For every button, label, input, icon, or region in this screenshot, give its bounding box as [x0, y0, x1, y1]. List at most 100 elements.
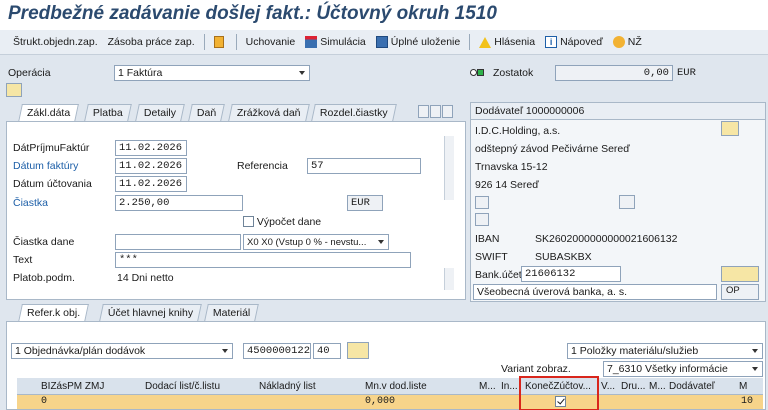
reference-content: 1 Objednávka/plán dodávok 4500000122 40 …	[6, 321, 766, 410]
col-header[interactable]: Dodávateľ	[669, 381, 729, 392]
text-label: Text	[13, 254, 33, 266]
document-icon	[612, 36, 625, 48]
vendor-city: 926 14 Sereď	[475, 179, 539, 191]
vendor-print-icon[interactable]	[619, 195, 635, 209]
pin-icon	[213, 36, 224, 48]
vendor-branch: odštepný závod Pečivárne Sereď	[475, 143, 630, 155]
operation-label: Operácia	[8, 67, 51, 79]
bank-edit-icon[interactable]	[721, 266, 759, 282]
highlight-box	[519, 376, 599, 410]
worklist-button[interactable]: Zásoba práce zap.	[103, 32, 200, 52]
vendor-doc-icon[interactable]	[475, 196, 489, 209]
save-icon	[375, 36, 388, 48]
tax-amount-field[interactable]	[115, 234, 241, 250]
calc-tax-label: Výpočet dane	[256, 216, 322, 228]
table-row[interactable]: 0 0,000 10	[17, 395, 763, 409]
payment-terms-value: 14 Dni netto	[117, 272, 174, 284]
scrollbar-vertical-upper[interactable]	[444, 136, 454, 200]
chevron-down-icon	[752, 349, 758, 353]
hold-button[interactable]: Uchovanie	[241, 32, 301, 52]
bank-account-field[interactable]: 21606132	[521, 266, 621, 282]
basic-data-panel: Zákl.dáta Platba Detaily Daň Zrážková da…	[6, 104, 466, 300]
messages-button[interactable]: Hlásenia	[474, 32, 540, 52]
col-header[interactable]: Dodací list/č.listu	[145, 381, 255, 392]
col-header[interactable]: BIZásPM ZMJ	[41, 381, 131, 392]
text-field[interactable]: ***	[115, 252, 411, 268]
row-value: 0	[41, 396, 48, 407]
col-header[interactable]: M...	[649, 381, 667, 392]
bank-name-field: Všeobecná úverová banka, a. s.	[473, 284, 717, 300]
tab-withholding-tax[interactable]: Zrážková daň	[228, 104, 310, 121]
tab-material[interactable]: Materiál	[204, 304, 260, 321]
col-header[interactable]: Dru...	[621, 381, 647, 392]
posting-date-field[interactable]: 11.02.2026	[115, 176, 187, 192]
invoice-date-label: Dátum faktúry	[13, 160, 79, 172]
balance-field: 0,00	[555, 65, 673, 81]
doc-type-select[interactable]: 1 Objednávka/plán dodávok	[11, 343, 233, 359]
tab-payment[interactable]: Platba	[84, 104, 132, 121]
amount-currency-field: EUR	[347, 195, 383, 211]
toolbar-separator	[469, 34, 471, 50]
swift-value: SUBASKBX	[535, 251, 592, 263]
tab-po-reference[interactable]: Refer.k obj.	[18, 304, 90, 322]
tab-tax[interactable]: Daň	[188, 104, 226, 121]
chevron-down-icon	[299, 71, 305, 75]
warning-icon	[479, 36, 492, 48]
reference-field[interactable]: 57	[307, 158, 421, 174]
scrollbar-vertical-lower[interactable]	[444, 268, 454, 290]
struct-order-button[interactable]: Štrukt.objedn.zap.	[8, 32, 103, 52]
tab-scroll-left-icon[interactable]	[418, 105, 429, 118]
vendor-bank-icon[interactable]	[475, 213, 489, 226]
tab-scroll-right-icon[interactable]	[430, 105, 441, 118]
vendor-street: Trnavska 15-12	[475, 161, 548, 173]
tab-details[interactable]: Detaily	[135, 104, 185, 121]
chevron-down-icon	[752, 367, 758, 371]
tab-amount-split[interactable]: Rozdel.čiastky	[311, 104, 397, 121]
variant-select[interactable]: 7_6310 Všetky informácie	[603, 361, 763, 377]
op-button[interactable]: OP	[721, 284, 759, 300]
park-icon-button[interactable]	[209, 32, 232, 52]
tab-gl-account[interactable]: Účet hlavnej knihy	[99, 304, 203, 321]
col-header[interactable]: Mn.v dod.liste	[365, 381, 455, 392]
balance-label: Zostatok	[493, 67, 534, 79]
info-icon: i	[545, 36, 558, 48]
save-complete-button[interactable]: Úplné uloženie	[371, 32, 465, 52]
layout-select[interactable]: 1 Položky materiálu/služieb	[567, 343, 763, 359]
tab-list-icon[interactable]	[442, 105, 453, 118]
col-header[interactable]: Nákladný list	[259, 381, 359, 392]
toolbar-separator	[235, 34, 237, 50]
grid-header: BIZásPM ZMJ Dodací list/č.listu Nákladný…	[17, 378, 763, 395]
po-number-field[interactable]: 4500000122	[243, 343, 311, 359]
nz-button[interactable]: NŽ	[608, 32, 647, 52]
operation-select[interactable]: 1 Faktúra	[114, 65, 310, 81]
doc-icon-button[interactable]	[6, 83, 22, 97]
reference-label: Referencia	[237, 160, 288, 172]
vendor-details-icon[interactable]	[721, 121, 739, 136]
swift-label: SWIFT	[475, 251, 508, 263]
invoice-receipt-date-field[interactable]: 11.02.2026	[115, 140, 187, 156]
calc-tax-checkbox[interactable]	[243, 216, 254, 227]
amount-label: Čiastka	[13, 197, 49, 209]
payment-terms-label: Platob.podm.	[13, 272, 75, 284]
col-header[interactable]: M	[739, 381, 749, 392]
tax-code-select[interactable]: X0 X0 (Vstup 0 % - nevstu...	[243, 234, 389, 250]
col-header[interactable]: V...	[601, 381, 619, 392]
calc-tax-checkbox-wrap[interactable]: Výpočet dane	[243, 216, 321, 230]
transfer-icon[interactable]	[347, 342, 369, 359]
amount-field[interactable]: 2.250,00	[115, 195, 243, 211]
page-title: Predbežné zadávanie došlej fakt.: Účtovn…	[8, 3, 497, 24]
po-item-field[interactable]: 40	[313, 343, 341, 359]
variant-label: Variant zobraz.	[501, 363, 571, 375]
tab-basic-data[interactable]: Zákl.dáta	[18, 104, 80, 122]
simulate-button[interactable]: Simulácia	[300, 32, 371, 52]
posting-date-label: Dátum účtovania	[13, 178, 92, 190]
col-header[interactable]: M...	[479, 381, 501, 392]
invoice-date-field[interactable]: 11.02.2026	[115, 158, 187, 174]
simulate-icon	[305, 36, 318, 48]
row-quantity: 0,000	[365, 396, 396, 407]
application-toolbar: Štrukt.objedn.zap. Zásoba práce zap. Uch…	[0, 30, 768, 55]
row-last-value: 10	[741, 396, 754, 407]
reference-section: Refer.k obj. Účet hlavnej knihy Materiál…	[6, 304, 766, 410]
chevron-down-icon	[222, 349, 228, 353]
help-button[interactable]: i Nápoveď	[540, 32, 608, 52]
